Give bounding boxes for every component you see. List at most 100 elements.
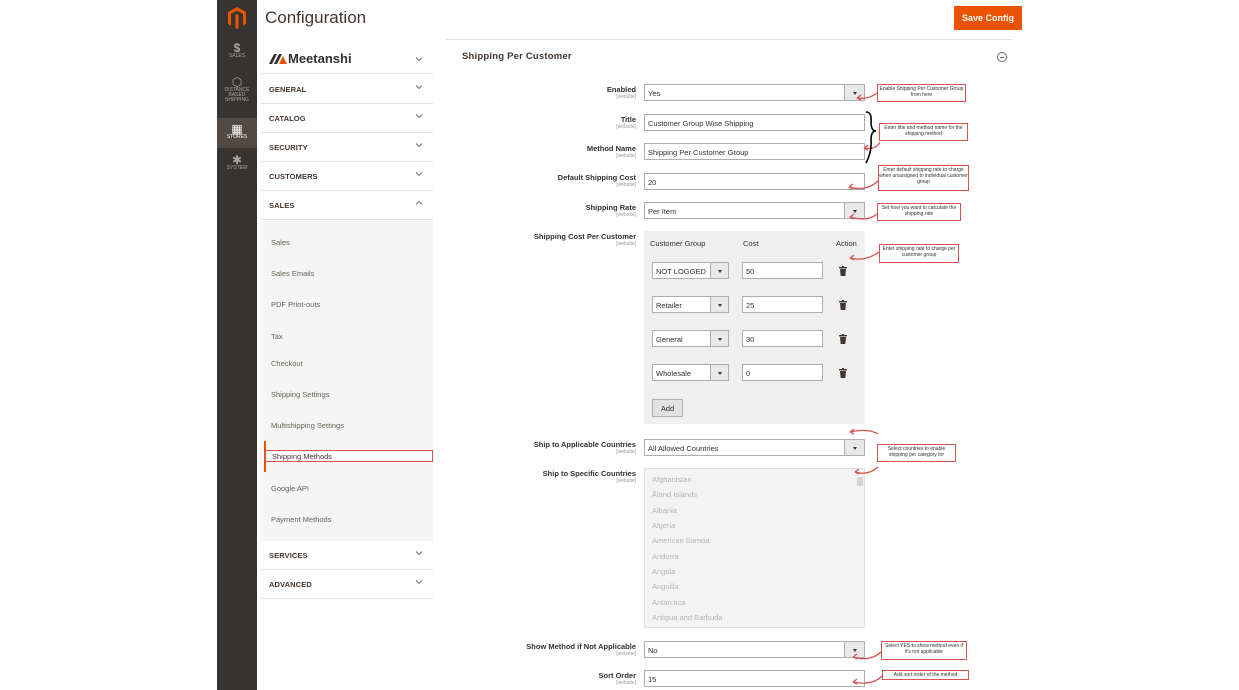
customer-group-select[interactable]: Wholesale (652, 364, 729, 381)
tab-security[interactable]: SECURITY (261, 133, 433, 162)
country-option[interactable]: Angola (652, 567, 675, 576)
tab-label: ADVANCED (269, 580, 312, 589)
country-option[interactable]: American Samoa (652, 536, 710, 545)
method-name-input[interactable]: Shipping Per Customer Group (644, 143, 865, 160)
chevron-down-icon (415, 143, 423, 148)
tab-advanced[interactable]: ADVANCED (261, 570, 433, 599)
tab-general[interactable]: GENERAL (261, 75, 433, 104)
submenu-item-payment-methods[interactable]: Payment Methods (271, 515, 331, 524)
tab-catalog[interactable]: CATALOG (261, 104, 433, 133)
dropdown-arrow-icon (844, 440, 864, 455)
scope-label: [website] (616, 153, 636, 159)
cost-input[interactable]: 25 (742, 296, 823, 313)
shipping-rate-select[interactable]: Per Item (644, 202, 865, 219)
scope-label: [website] (616, 94, 636, 100)
customer-group-select[interactable]: General (652, 330, 729, 347)
tab-customers[interactable]: CUSTOMERS (261, 162, 433, 191)
country-option[interactable]: Åland Islands (652, 490, 697, 499)
show-method-select[interactable]: No (644, 641, 865, 658)
input-value: 20 (648, 178, 657, 187)
country-option[interactable]: Afghanistan (652, 475, 692, 484)
title-input[interactable]: Customer Group Wise Shipping (644, 114, 865, 131)
country-option[interactable]: Antigua and Barbuda (652, 613, 722, 622)
select-value: Per Item (648, 207, 677, 216)
trash-icon[interactable] (839, 368, 847, 378)
customer-group-select[interactable]: NOT LOGGED (652, 262, 729, 279)
annotation-default-cost: Enter default shipping rate to charge wh… (878, 165, 969, 191)
default-shipping-cost-input[interactable]: 20 (644, 173, 865, 190)
tab-label: CUSTOMERS (269, 172, 318, 181)
customer-group-select[interactable]: Retailer (652, 296, 729, 313)
magento-logo-icon[interactable] (224, 5, 250, 31)
input-value: 15 (648, 675, 657, 684)
submenu-item-shipping-settings[interactable]: Shipping Settings (271, 390, 329, 399)
divider (446, 39, 1013, 40)
country-option[interactable]: Anguilla (652, 582, 679, 591)
submenu-item-tax[interactable]: Tax (271, 332, 283, 341)
chevron-down-icon (415, 57, 423, 62)
tab-services[interactable]: SERVICES (261, 541, 433, 570)
trash-icon[interactable] (839, 266, 847, 276)
nav-item-stores[interactable]: ▦ STORES (217, 118, 257, 148)
tab-sales[interactable]: SALES (261, 191, 433, 220)
select-value: All Allowed Countries (648, 444, 719, 453)
nav-item-system[interactable]: ✱ SYSTEM (217, 154, 257, 178)
enabled-select[interactable]: Yes (644, 84, 865, 101)
country-option[interactable]: Algeria (652, 521, 675, 530)
customer-group-table: Customer Group Cost Action NOT LOGGED 50… (644, 231, 865, 424)
scope-label: [website] (616, 124, 636, 130)
sort-order-input[interactable]: 15 (644, 670, 865, 687)
label-ship-specific-countries: Ship to Specific Countries (542, 469, 636, 478)
input-value: 30 (746, 335, 755, 344)
input-value: 25 (746, 301, 755, 310)
input-value: Shipping Per Customer Group (648, 148, 749, 157)
submenu-item-google-api[interactable]: Google API (271, 484, 309, 493)
cost-input[interactable]: 50 (742, 262, 823, 279)
nav-label: SALES (228, 53, 246, 59)
label-enabled: Enabled (606, 85, 636, 94)
scope-label: [website] (616, 212, 636, 218)
cost-input[interactable]: 0 (742, 364, 823, 381)
country-option[interactable]: Albania (652, 506, 677, 515)
nav-item-distance-shipping[interactable]: ⬡ DISTANCE BASED SHIPPING (217, 76, 257, 114)
submenu-item-sales-emails[interactable]: Sales Emails (271, 269, 314, 278)
specific-countries-multiselect[interactable]: Afghanistan Åland Islands Albania Algeri… (644, 468, 865, 628)
column-header-customer-group: Customer Group (650, 239, 706, 248)
tab-meetanshi[interactable]: Meetanshi (261, 44, 433, 74)
add-row-button[interactable]: Add (652, 399, 683, 417)
dropdown-arrow-icon (710, 263, 728, 278)
ship-applicable-countries-select[interactable]: All Allowed Countries (644, 439, 865, 456)
tab-label: SECURITY (269, 143, 308, 152)
label-shipping-cost-per-customer: Shipping Cost Per Customer (533, 232, 636, 241)
select-value: Yes (648, 89, 661, 98)
collapse-icon[interactable] (997, 52, 1007, 62)
select-value: Wholesale (656, 369, 692, 378)
annotation-arrows (848, 92, 883, 685)
annotation-shipping-rate: Set how you want to calculate the shippi… (877, 203, 961, 221)
nav-item-sales[interactable]: $ SALES (217, 42, 257, 66)
label-shipping-rate: Shipping Rate (585, 203, 636, 212)
chevron-down-icon (415, 551, 423, 556)
country-option[interactable]: Antarctica (652, 598, 685, 607)
chevron-down-icon (415, 172, 423, 177)
country-option[interactable]: Andorra (652, 552, 679, 561)
annotation-enabled: Enable Shipping Per Customer Group from … (877, 84, 966, 102)
scrollbar-thumb[interactable] (857, 477, 863, 486)
cost-input[interactable]: 30 (742, 330, 823, 347)
label-ship-applicable-countries: Ship to Applicable Countries (533, 440, 636, 449)
trash-icon[interactable] (839, 334, 847, 344)
section-title[interactable]: Shipping Per Customer (462, 51, 572, 62)
submenu-item-checkout[interactable]: Checkout (271, 359, 303, 368)
submenu-item-multishipping-settings[interactable]: Multishipping Settings (271, 421, 344, 430)
admin-nav: $ SALES ⬡ DISTANCE BASED SHIPPING ▦ STOR… (217, 0, 257, 690)
annotation-countries: Select countries to enable shipping per … (877, 444, 956, 462)
select-value: NOT LOGGED (656, 267, 706, 276)
submenu-item-shipping-methods[interactable]: Shipping Methods (265, 450, 433, 462)
dropdown-arrow-icon (710, 297, 728, 312)
submenu-item-sales[interactable]: Sales (271, 238, 290, 247)
submenu-item-pdf-printouts[interactable]: PDF Print-outs (271, 300, 320, 309)
trash-icon[interactable] (839, 300, 847, 310)
save-config-button[interactable]: Save Config (954, 6, 1022, 30)
chevron-down-icon (415, 580, 423, 585)
tab-label: GENERAL (269, 85, 307, 94)
